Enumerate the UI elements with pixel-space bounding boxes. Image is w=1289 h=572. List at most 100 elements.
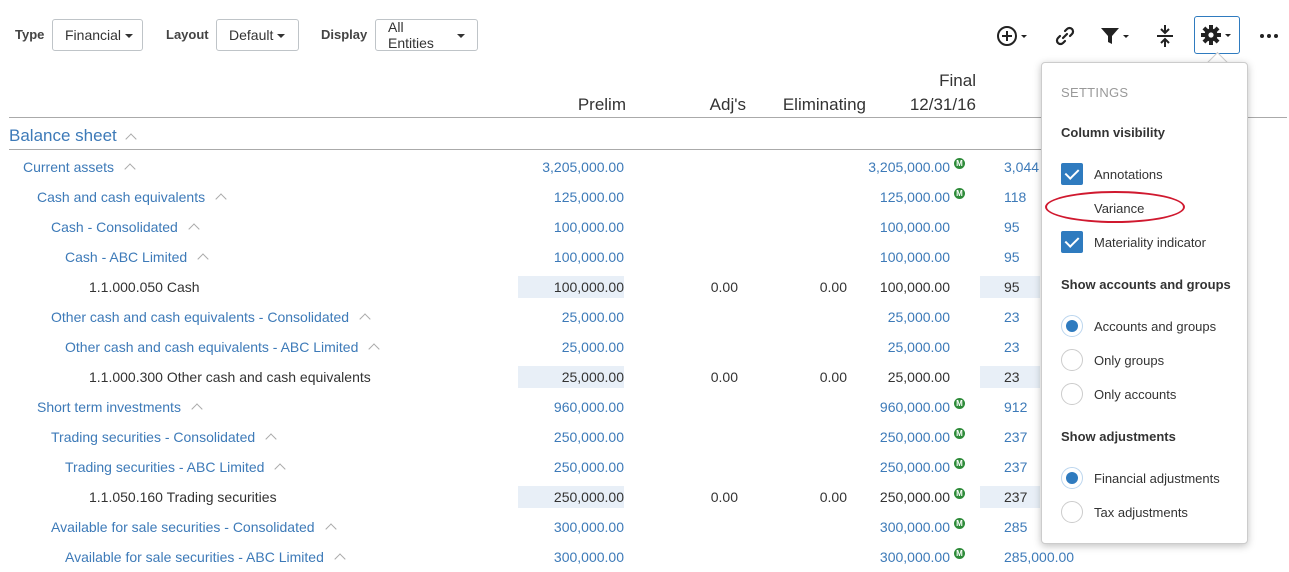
row-label[interactable]: Other cash and cash equivalents - Consol… bbox=[51, 309, 349, 325]
collapse-chevron-icon[interactable] bbox=[124, 163, 136, 175]
row-label[interactable]: Cash - Consolidated bbox=[51, 219, 178, 235]
accounts-and-groups-radio[interactable]: Accounts and groups bbox=[1061, 314, 1216, 338]
final-value: 25,000.00 bbox=[887, 309, 950, 325]
type-dropdown-value: Financial bbox=[65, 27, 122, 43]
elim-value: 0.00 bbox=[819, 489, 847, 505]
collapse-chevron-icon[interactable] bbox=[125, 133, 137, 145]
collapse-chevron-icon[interactable] bbox=[334, 553, 346, 565]
final-value: 300,000.00 bbox=[879, 519, 950, 535]
checkbox-checked-icon[interactable] bbox=[1061, 231, 1083, 253]
collapse-chevron-icon[interactable] bbox=[188, 223, 200, 235]
highlight-oval-annotation bbox=[1045, 191, 1185, 223]
collapse-chevron-icon[interactable] bbox=[215, 193, 227, 205]
prelim-value: 25,000.00 bbox=[561, 369, 624, 385]
settings-button[interactable] bbox=[1194, 16, 1240, 54]
final-value: 100,000.00 bbox=[879, 279, 950, 295]
gear-icon bbox=[1201, 25, 1231, 45]
collapse-chevron-icon[interactable] bbox=[265, 433, 277, 445]
only-accounts-label: Only accounts bbox=[1094, 386, 1177, 402]
radio-selected-icon[interactable] bbox=[1061, 315, 1083, 337]
materiality-badge-icon: M bbox=[954, 458, 965, 469]
add-circle-icon bbox=[997, 26, 1027, 46]
prelim-value: 25,000.00 bbox=[561, 339, 624, 355]
balance-sheet-label: Balance sheet bbox=[9, 126, 117, 145]
balance-sheet-title[interactable]: Balance sheet bbox=[9, 126, 137, 146]
display-dropdown[interactable]: All Entities bbox=[375, 19, 478, 51]
row-label[interactable]: Other cash and cash equivalents - ABC Li… bbox=[65, 339, 358, 355]
display-dropdown-value: All Entities bbox=[388, 19, 434, 51]
layout-label: Layout bbox=[166, 27, 209, 42]
type-dropdown[interactable]: Financial bbox=[52, 19, 143, 51]
more-icon bbox=[1260, 34, 1278, 38]
collapse-button[interactable] bbox=[1154, 24, 1176, 48]
final-value: 25,000.00 bbox=[887, 369, 950, 385]
row-label[interactable]: Cash - ABC Limited bbox=[65, 249, 187, 265]
link-icon bbox=[1055, 26, 1075, 46]
tax-adjustments-radio[interactable]: Tax adjustments bbox=[1061, 500, 1188, 524]
collapse-chevron-icon[interactable] bbox=[359, 313, 371, 325]
add-menu-button[interactable] bbox=[996, 24, 1032, 48]
column-visibility-heading: Column visibility bbox=[1061, 125, 1166, 140]
collapse-chevron-icon[interactable] bbox=[197, 253, 209, 265]
settings-popup: SETTINGS Column visibility Annotations V… bbox=[1041, 62, 1248, 544]
checkbox-checked-icon[interactable] bbox=[1061, 163, 1083, 185]
adj-value: 0.00 bbox=[710, 279, 738, 295]
row-label[interactable]: Cash and cash equivalents bbox=[37, 189, 205, 205]
caret-down-icon bbox=[277, 34, 286, 38]
final-value: 250,000.00 bbox=[879, 429, 950, 445]
row-label[interactable]: Available for sale securities - Consolid… bbox=[51, 519, 315, 535]
row-label[interactable]: Current assets bbox=[23, 159, 114, 175]
row-label[interactable]: Short term investments bbox=[37, 399, 181, 415]
display-label: Display bbox=[321, 27, 368, 42]
only-accounts-radio[interactable]: Only accounts bbox=[1061, 382, 1176, 406]
more-button[interactable] bbox=[1258, 24, 1280, 48]
collapse-icon bbox=[1157, 25, 1173, 47]
row-label[interactable]: Trading securities - ABC Limited bbox=[65, 459, 264, 475]
layout-dropdown-value: Default bbox=[229, 27, 274, 43]
radio-unselected-icon[interactable] bbox=[1061, 501, 1083, 523]
materiality-badge-icon: M bbox=[954, 488, 965, 499]
annotations-label: Annotations bbox=[1094, 166, 1163, 182]
radio-unselected-icon[interactable] bbox=[1061, 383, 1083, 405]
column-header-prelim: Prelim bbox=[577, 95, 626, 114]
row-label[interactable]: Available for sale securities - ABC Limi… bbox=[65, 549, 324, 565]
collapse-chevron-icon[interactable] bbox=[191, 403, 203, 415]
collapse-chevron-icon[interactable] bbox=[368, 343, 381, 355]
only-groups-label: Only groups bbox=[1094, 352, 1165, 368]
elim-value: 0.00 bbox=[819, 369, 847, 385]
row-label: 1.1.000.300 Other cash and cash equivale… bbox=[89, 369, 371, 385]
materiality-badge-icon: M bbox=[954, 398, 965, 409]
materiality-badge-icon: M bbox=[954, 158, 965, 169]
prelim-value: 250,000.00 bbox=[553, 429, 624, 445]
prelim-value: 3,205,000.00 bbox=[542, 159, 624, 175]
row-label: 1.1.000.050 Cash bbox=[89, 279, 200, 295]
materiality-badge-icon: M bbox=[954, 548, 965, 559]
elim-value: 0.00 bbox=[819, 279, 847, 295]
prelim-value: 100,000.00 bbox=[553, 219, 624, 235]
final-value: 300,000.00 bbox=[879, 549, 950, 565]
accounts-and-groups-label: Accounts and groups bbox=[1094, 318, 1217, 334]
prelim-value: 300,000.00 bbox=[553, 549, 624, 565]
annotations-checkbox[interactable]: Annotations bbox=[1061, 162, 1163, 186]
column-header-adj: Adj's bbox=[709, 95, 746, 114]
materiality-badge-icon: M bbox=[954, 518, 965, 529]
radio-selected-icon[interactable] bbox=[1061, 467, 1083, 489]
variance-value: 285,000.00 bbox=[1004, 549, 1075, 565]
layout-dropdown[interactable]: Default bbox=[216, 19, 299, 51]
only-groups-radio[interactable]: Only groups bbox=[1061, 348, 1164, 372]
final-value: 25,000.00 bbox=[887, 339, 950, 355]
final-value: 100,000.00 bbox=[879, 219, 950, 235]
radio-unselected-icon[interactable] bbox=[1061, 349, 1083, 371]
collapse-chevron-icon[interactable] bbox=[274, 463, 287, 475]
row-label[interactable]: Trading securities - Consolidated bbox=[51, 429, 255, 445]
collapse-chevron-icon[interactable] bbox=[324, 523, 337, 535]
filter-button[interactable] bbox=[1098, 24, 1132, 48]
link-button[interactable] bbox=[1053, 24, 1077, 48]
financial-adjustments-radio[interactable]: Financial adjustments bbox=[1061, 466, 1220, 490]
materiality-indicator-label: Materiality indicator bbox=[1094, 234, 1206, 250]
filter-icon bbox=[1101, 28, 1129, 44]
row-label: 1.1.050.160 Trading securities bbox=[89, 489, 277, 505]
prelim-value: 250,000.00 bbox=[553, 489, 624, 505]
financial-adjustments-label: Financial adjustments bbox=[1094, 470, 1220, 486]
materiality-indicator-checkbox[interactable]: Materiality indicator bbox=[1061, 230, 1206, 254]
